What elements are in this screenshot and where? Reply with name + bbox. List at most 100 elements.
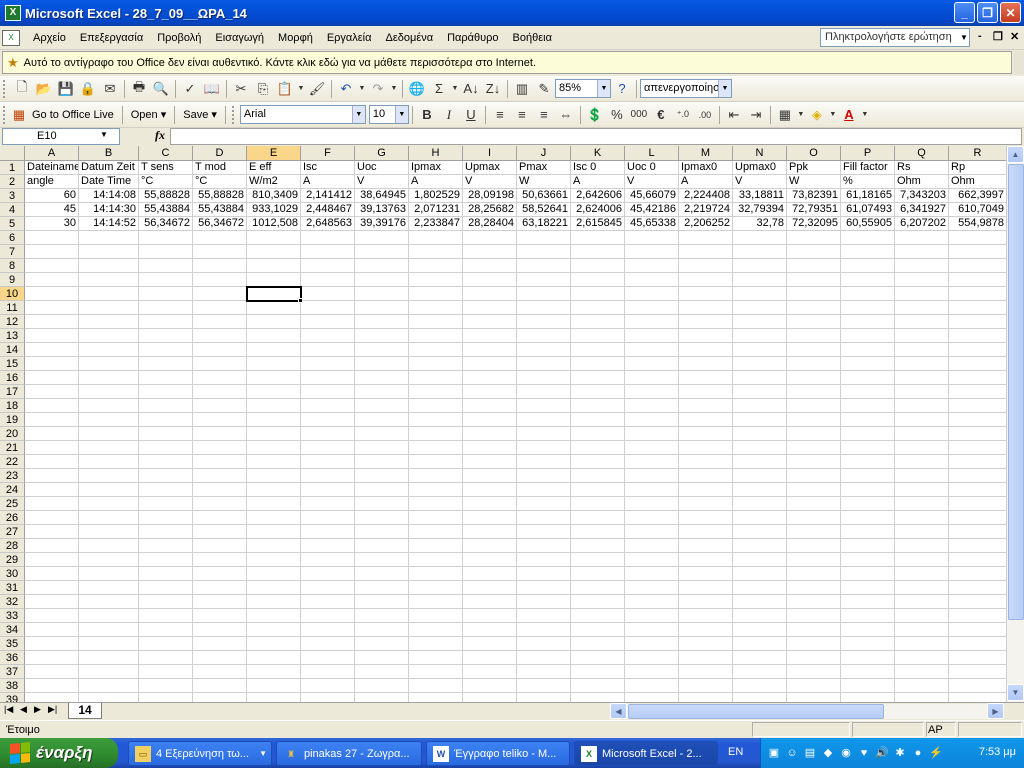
grid-cell[interactable] [787,609,841,623]
grid-cell[interactable] [25,679,79,693]
grid-cell[interactable] [787,413,841,427]
formula-input[interactable] [170,128,1022,145]
grid-cell[interactable] [571,371,625,385]
grid-cell[interactable] [25,651,79,665]
grid-cell[interactable] [625,301,679,315]
grid-cell[interactable]: 32,78 [733,217,787,231]
grid-cell[interactable] [679,343,733,357]
grid-cell[interactable]: 61,07493 [841,203,895,217]
grid-cell[interactable] [517,553,571,567]
grid-cell[interactable] [841,427,895,441]
grid-cell[interactable] [139,413,193,427]
grid-cell[interactable] [139,693,193,702]
grid-cell[interactable] [79,483,139,497]
grid-cell[interactable] [463,259,517,273]
horizontal-scroll-thumb[interactable] [628,704,884,719]
taskbar-paint[interactable]: ♜ pinakas 27 - Ζωγρα... [276,741,422,766]
font-size-select[interactable]: 10 ▼ [368,105,409,124]
grid-cell[interactable] [79,245,139,259]
doc-minimize-button[interactable]: - [978,30,982,42]
grid-cell[interactable] [193,455,247,469]
grid-cell[interactable] [787,287,841,301]
grid-cell[interactable] [787,301,841,315]
grid-cell[interactable] [679,329,733,343]
grid-cell[interactable] [355,413,409,427]
grid-cell[interactable]: 55,88828 [139,189,193,203]
grid-cell[interactable] [193,427,247,441]
grid-cell[interactable] [949,679,1006,693]
row-header[interactable]: 38 [0,679,25,693]
column-header[interactable]: M [679,146,733,161]
grid-cell[interactable] [571,567,625,581]
grid-cell[interactable] [463,637,517,651]
row-header[interactable]: 26 [0,511,25,525]
grid-cell[interactable]: 810,3409 [247,189,301,203]
grid-cell[interactable] [733,287,787,301]
menu-format[interactable]: Μορφή [271,32,320,44]
grid-cell[interactable] [679,315,733,329]
align-center-icon[interactable]: ≡ [511,104,533,126]
grid-cell[interactable] [571,483,625,497]
language-indicator[interactable]: EN [728,746,743,758]
grid-cell[interactable]: 28,28404 [463,217,517,231]
grid-cell[interactable] [625,497,679,511]
grid-cell[interactable] [25,329,79,343]
chevron-down-icon[interactable]: ▼ [357,78,367,100]
minimize-button[interactable]: _ [954,2,975,23]
row-header[interactable]: 20 [0,427,25,441]
align-right-icon[interactable]: ≡ [533,104,555,126]
grid-cell[interactable] [949,651,1006,665]
grid-cell[interactable] [193,301,247,315]
grid-cell[interactable] [355,427,409,441]
grid-cell[interactable] [193,595,247,609]
grid-cell[interactable]: 554,9878 [949,217,1006,231]
menu-data[interactable]: Δεδομένα [379,32,441,44]
grid-cell[interactable] [301,385,355,399]
column-header[interactable]: B [79,146,139,161]
grid-cell[interactable] [841,385,895,399]
row-header[interactable]: 19 [0,413,25,427]
grid-cell[interactable] [949,553,1006,567]
grid-cell[interactable] [301,455,355,469]
grid-cell[interactable] [841,287,895,301]
grid-cell[interactable] [463,273,517,287]
grid-cell[interactable]: E eff [247,161,301,175]
grid-cell[interactable]: 2,206252 [679,217,733,231]
grid-cell[interactable] [409,665,463,679]
grid-cell[interactable]: A [409,175,463,189]
grid-cell[interactable]: W [787,175,841,189]
row-header[interactable]: 3 [0,189,25,203]
grid-cell[interactable] [247,637,301,651]
grid-cell[interactable] [79,301,139,315]
grid-cell[interactable] [409,413,463,427]
grid-cell[interactable] [733,469,787,483]
grid-cell[interactable]: Upmax0 [733,161,787,175]
grid-cell[interactable] [841,679,895,693]
row-header[interactable]: 15 [0,357,25,371]
grid-cell[interactable] [355,595,409,609]
grid-cell[interactable] [841,301,895,315]
grid-cell[interactable] [25,273,79,287]
grid-cell[interactable] [301,609,355,623]
grid-cell[interactable] [841,315,895,329]
grid-cell[interactable] [895,245,949,259]
grid-cell[interactable] [355,581,409,595]
grid-cell[interactable] [193,245,247,259]
grid-cell[interactable] [625,525,679,539]
grid-cell[interactable] [247,301,301,315]
menu-tools[interactable]: Εργαλεία [320,32,379,44]
grid-cell[interactable] [517,245,571,259]
grid-cell[interactable] [841,665,895,679]
grid-cell[interactable] [355,259,409,273]
grid-cell[interactable] [247,679,301,693]
grid-cell[interactable] [355,245,409,259]
grid-cell[interactable] [139,665,193,679]
grid-cell[interactable] [625,441,679,455]
grid-cell[interactable] [841,581,895,595]
grid-cell[interactable] [409,483,463,497]
grid-cell[interactable] [25,315,79,329]
grid-cell[interactable] [409,287,463,301]
grid-cell[interactable] [787,525,841,539]
grid-cell[interactable] [733,343,787,357]
open-button[interactable]: Open ▾ [126,105,172,125]
